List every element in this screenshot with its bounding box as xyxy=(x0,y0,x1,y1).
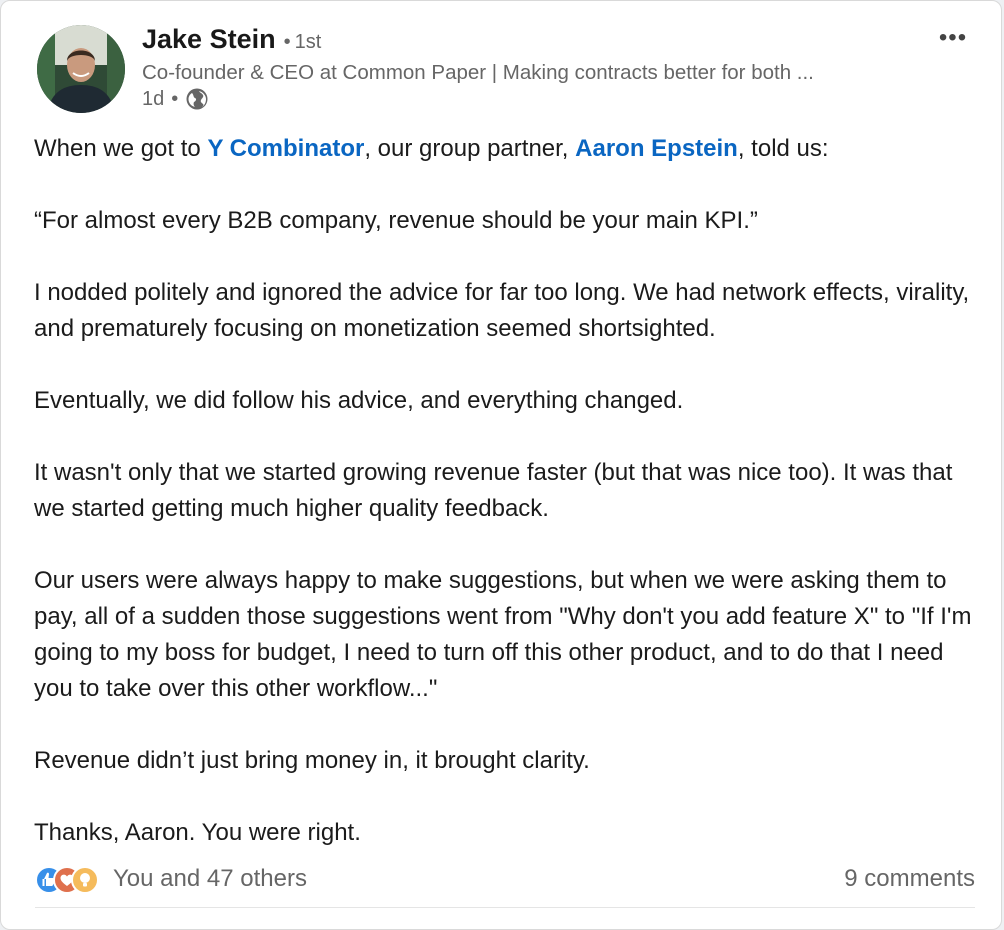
post-body: When we got to Y Combinator, our group p… xyxy=(34,131,984,887)
mention-aaron-epstein[interactable]: Aaron Epstein xyxy=(575,135,738,162)
separator-dot: • xyxy=(283,31,291,53)
reaction-icons xyxy=(35,864,105,894)
avatar-photo xyxy=(37,25,125,113)
author-header: Jake Stein • 1st xyxy=(142,24,321,55)
post-meta: 1d • xyxy=(142,87,209,111)
separator-dot: • xyxy=(171,87,179,110)
insightful-icon xyxy=(71,866,99,894)
post-paragraph: Our users were always happy to make sugg… xyxy=(34,567,972,702)
author-name[interactable]: Jake Stein xyxy=(142,24,276,55)
author-avatar[interactable] xyxy=(37,25,125,113)
connection-degree: 1st xyxy=(294,31,322,53)
comments-count[interactable]: 9 comments xyxy=(844,865,975,893)
p1-middle: , our group partner, xyxy=(364,135,576,162)
post-paragraph: Thanks, Aaron. You were right. xyxy=(34,819,361,846)
post-paragraph: When we got to Y Combinator, our group p… xyxy=(34,131,984,167)
globe-icon xyxy=(185,87,209,111)
post-paragraph: Revenue didn’t just bring money in, it b… xyxy=(34,747,590,774)
social-counts: You and 47 others 9 comments xyxy=(35,861,975,897)
divider xyxy=(35,907,975,908)
more-options-icon[interactable]: ••• xyxy=(931,23,975,53)
post-paragraph: “For almost every B2B company, revenue s… xyxy=(34,207,758,234)
post-card: Jake Stein • 1st Co-founder & CEO at Com… xyxy=(0,0,1002,930)
post-paragraph: I nodded politely and ignored the advice… xyxy=(34,279,970,342)
mention-y-combinator[interactable]: Y Combinator xyxy=(207,135,364,162)
reactions-summary[interactable]: You and 47 others xyxy=(35,864,307,894)
author-headline: Co-founder & CEO at Common Paper | Makin… xyxy=(142,61,814,84)
post-time: 1d xyxy=(142,87,165,110)
post-paragraph: Eventually, we did follow his advice, an… xyxy=(34,387,684,414)
p1-before: When we got to xyxy=(34,135,208,162)
post-paragraph: It wasn't only that we started growing r… xyxy=(34,459,953,522)
p1-after: , told us: xyxy=(737,135,829,162)
reactions-count[interactable]: You and 47 others xyxy=(113,865,307,893)
